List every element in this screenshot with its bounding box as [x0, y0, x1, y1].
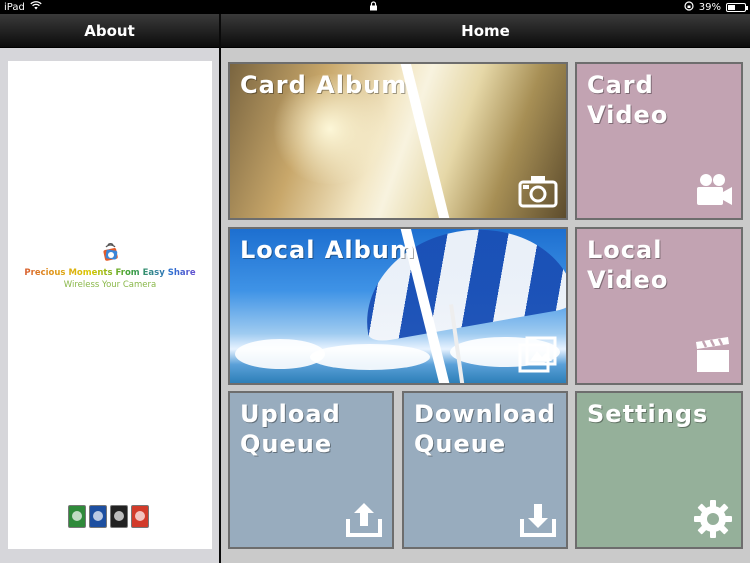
sd-card-icon: [68, 505, 86, 528]
local-video-tile[interactable]: Local Video: [575, 227, 743, 385]
download-queue-tile[interactable]: Download Queue: [402, 391, 568, 549]
sd-card-icon: [89, 505, 107, 528]
local-album-tile[interactable]: Local Album: [228, 227, 568, 385]
wifi-icon: [30, 1, 42, 13]
rotation-lock-icon: [684, 1, 694, 14]
status-bar: iPad 39%: [0, 0, 750, 14]
battery-icon: [726, 3, 748, 12]
download-queue-label: Download Queue: [414, 400, 556, 458]
upload-queue-tile[interactable]: Upload Queue: [228, 391, 394, 549]
clapperboard-icon: [693, 335, 733, 375]
about-sidebar: Precious Moments From Easy Share Wireles…: [0, 48, 219, 563]
battery-text: 39%: [698, 2, 721, 13]
settings-label: Settings: [587, 400, 709, 428]
device-name: iPad: [4, 1, 25, 13]
card-video-label: Card Video: [587, 71, 669, 129]
camera-icon: [518, 170, 558, 210]
about-title: About: [84, 21, 135, 40]
easy-share-logo-icon: [99, 241, 121, 263]
sd-card-icon: [131, 505, 149, 528]
download-icon: [518, 499, 558, 539]
card-album-label: Card Album: [240, 71, 408, 99]
local-video-label: Local Video: [587, 236, 669, 294]
sd-card-icon: [110, 505, 128, 528]
settings-tile[interactable]: Settings: [575, 391, 743, 549]
card-album-tile[interactable]: Card Album: [228, 62, 568, 220]
card-video-tile[interactable]: Card Video: [575, 62, 743, 220]
video-camera-icon: [693, 170, 733, 210]
tagline-primary: Precious Moments From Easy Share: [8, 267, 212, 279]
lock-icon: [369, 1, 378, 14]
gear-icon: [693, 499, 733, 539]
about-card: Precious Moments From Easy Share Wireles…: [8, 61, 212, 549]
tagline-secondary: Wireless Your Camera: [63, 280, 157, 290]
app-logo: Precious Moments From Easy Share Wireles…: [8, 241, 212, 291]
home-title: Home: [461, 21, 510, 40]
sd-cards-illustration: [68, 505, 149, 528]
upload-icon: [344, 499, 384, 539]
photos-icon: [518, 335, 558, 375]
local-album-label: Local Album: [240, 236, 416, 264]
about-header: About: [0, 14, 219, 48]
upload-queue-label: Upload Queue: [240, 400, 341, 458]
home-header: Home: [221, 14, 750, 48]
home-grid: Card Album Card Video Local Album Local …: [221, 48, 750, 563]
